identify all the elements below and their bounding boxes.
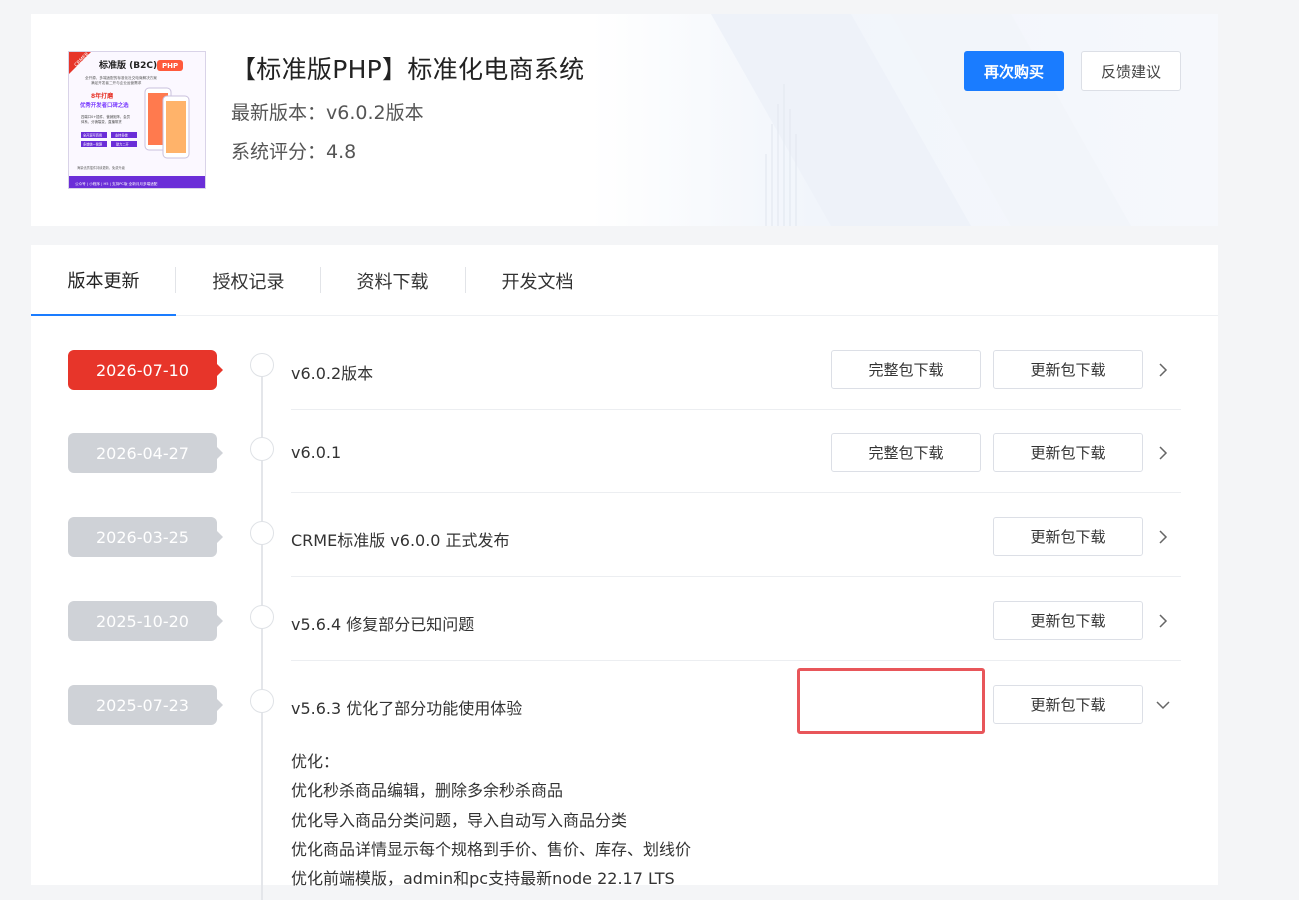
release-date-tag: 2026-04-27 [68, 433, 223, 473]
product-image-headline: 标准版 (B2C) [98, 59, 157, 71]
release-note-line: 优化导入商品分类问题，导入自动写入商品分类 [291, 810, 628, 830]
latest-version: 最新版本：v6.0.2版本 [231, 102, 424, 124]
update-package-download-button[interactable]: 更新包下载 [993, 685, 1143, 724]
product-image-desc-line1: 全开源、多端适配的标准化社交电商解决方案 [85, 75, 157, 80]
timeline-dot [250, 605, 274, 629]
chevron-right-icon[interactable] [1153, 443, 1173, 463]
chevron-right-icon[interactable] [1153, 360, 1173, 380]
timeline-dot [250, 437, 274, 461]
tab-dev-docs[interactable]: 开发文档 [465, 245, 610, 316]
chevron-down-icon[interactable] [1153, 695, 1173, 715]
row-divider [291, 492, 1181, 493]
row-divider [291, 660, 1181, 661]
update-package-download-button[interactable]: 更新包下载 [993, 601, 1143, 640]
release-notes: 优化： 优化秒杀商品编辑，删除多余秒杀商品 优化导入商品分类问题，导入自动写入商… [291, 747, 691, 893]
product-image-features-line1: 四端口0+插件、营销矩阵、会员 [81, 114, 131, 119]
product-title: 【标准版PHP】标准化电商系统 [231, 55, 585, 84]
product-image-tag-3: 多端统一管理 [83, 142, 103, 147]
release-title[interactable]: v5.6.4 修复部分已知问题 [291, 611, 474, 635]
full-package-download-button[interactable]: 完整包下载 [831, 433, 981, 472]
product-image-php-tag: PHP [162, 62, 178, 70]
chevron-right-icon[interactable] [1153, 611, 1173, 631]
product-image-slogan-line1: 8年打磨 [91, 92, 113, 100]
buy-again-button[interactable]: 再次购买 [964, 51, 1064, 91]
release-title[interactable]: v5.6.3 优化了部分功能使用体验 [291, 695, 522, 719]
product-image-tag-2: 支持多端 [115, 133, 129, 138]
product-image-features-line2: 体系、分销裂变、直播带货 [81, 119, 122, 124]
system-rating: 系统评分：4.8 [231, 141, 357, 163]
row-divider [291, 576, 1181, 577]
version-panel: 版本更新 授权记录 资料下载 开发文档 2026-07-10 v6.0.2版本 … [31, 245, 1218, 900]
release-date-tag: 2026-07-10 [68, 350, 223, 390]
release-note-line: 优化商品详情显示每个规格到手价、售价、库存、划线价 [291, 839, 692, 859]
product-thumbnail: CRMEB 标准版 (B2C) PHP 全开源、多端适配的标准化社交电商解决方案… [68, 51, 206, 189]
timeline-dot [250, 353, 274, 377]
product-header-card: CRMEB 标准版 (B2C) PHP 全开源、多端适配的标准化社交电商解决方案… [31, 14, 1218, 226]
release-date-tag: 2025-07-23 [68, 685, 223, 725]
tab-downloads[interactable]: 资料下载 [320, 245, 465, 316]
update-package-download-button[interactable]: 更新包下载 [993, 350, 1143, 389]
product-image-slogan-line2: 优秀开发者口碑之选 [80, 101, 129, 109]
product-image-tag-4: 助力二开 [116, 142, 130, 147]
highlight-annotation-box [797, 668, 985, 734]
product-image-note: 海量优质插件持续更新，免费升级 [77, 165, 126, 170]
tab-version-updates[interactable]: 版本更新 [31, 245, 176, 316]
product-image-footer: 公众号 | 小程序 | H5 | 支持PC版 全新月月多端适配 [75, 181, 158, 186]
release-note-line: 优化： [291, 752, 340, 771]
timeline-dot [250, 521, 274, 545]
chevron-right-icon[interactable] [1153, 527, 1173, 547]
row-divider [291, 409, 1181, 410]
release-note-line: 优化秒杀商品编辑，删除多余秒杀商品 [291, 781, 564, 801]
timeline-dot [250, 689, 274, 713]
tab-license-records[interactable]: 授权记录 [176, 245, 321, 316]
update-package-download-button[interactable]: 更新包下载 [993, 517, 1143, 556]
release-title[interactable]: CRME标准版 v6.0.0 正式发布 [291, 527, 510, 551]
release-date-tag: 2025-10-20 [68, 601, 223, 641]
product-image-desc-line2: 满足开发者二开与企业运营需求 [91, 80, 142, 85]
tab-bar: 版本更新 授权记录 资料下载 开发文档 [31, 245, 1218, 316]
header-background-decoration [591, 14, 1218, 226]
release-title[interactable]: v6.0.1 [291, 443, 341, 462]
release-title[interactable]: v6.0.2版本 [291, 360, 373, 384]
full-package-download-button[interactable]: 完整包下载 [831, 350, 981, 389]
update-package-download-button[interactable]: 更新包下载 [993, 433, 1143, 472]
product-thumbnail-art: CRMEB 标准版 (B2C) PHP 全开源、多端适配的标准化社交电商解决方案… [69, 52, 205, 188]
release-date-tag: 2026-03-25 [68, 517, 223, 557]
feedback-button[interactable]: 反馈建议 [1081, 51, 1181, 91]
product-image-tag-1: 全开源可商用 [83, 133, 102, 138]
